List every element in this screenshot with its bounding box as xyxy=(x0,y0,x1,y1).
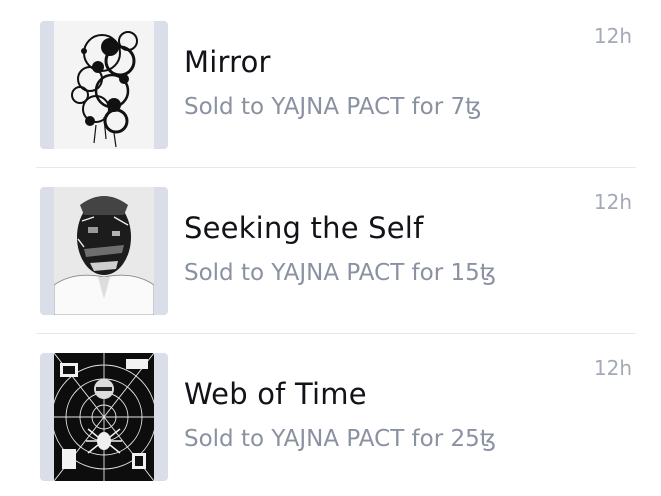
timestamp: 12h xyxy=(593,190,632,214)
sale-description: Sold to YAJNA PACT for 25ꜩ xyxy=(184,426,497,452)
artwork-thumbnail-mirror[interactable] xyxy=(40,21,168,149)
activity-item-seeking-the-self[interactable]: Seeking the Self Sold to YAJNA PACT for … xyxy=(0,166,661,332)
activity-item-mirror[interactable]: Mirror Sold to YAJNA PACT for 7ꜩ 12h xyxy=(0,0,661,166)
artwork-thumbnail-seeking-the-self[interactable] xyxy=(40,187,168,315)
activity-feed: Mirror Sold to YAJNA PACT for 7ꜩ 12h See… xyxy=(0,0,661,496)
timestamp: 12h xyxy=(593,24,632,48)
artwork-title[interactable]: Web of Time xyxy=(184,377,367,411)
activity-item-web-of-time[interactable]: Web of Time Sold to YAJNA PACT for 25ꜩ 1… xyxy=(0,332,661,496)
spider-web-collage-artwork-icon xyxy=(54,353,154,481)
abstract-ink-circles-artwork-icon xyxy=(54,21,154,149)
abstract-face-portrait-artwork-icon xyxy=(54,187,154,315)
sale-description: Sold to YAJNA PACT for 7ꜩ xyxy=(184,94,482,120)
artwork-title[interactable]: Mirror xyxy=(184,45,271,79)
timestamp: 12h xyxy=(593,356,632,380)
artwork-title[interactable]: Seeking the Self xyxy=(184,211,423,245)
sale-description: Sold to YAJNA PACT for 15ꜩ xyxy=(184,260,497,286)
artwork-thumbnail-web-of-time[interactable] xyxy=(40,353,168,481)
